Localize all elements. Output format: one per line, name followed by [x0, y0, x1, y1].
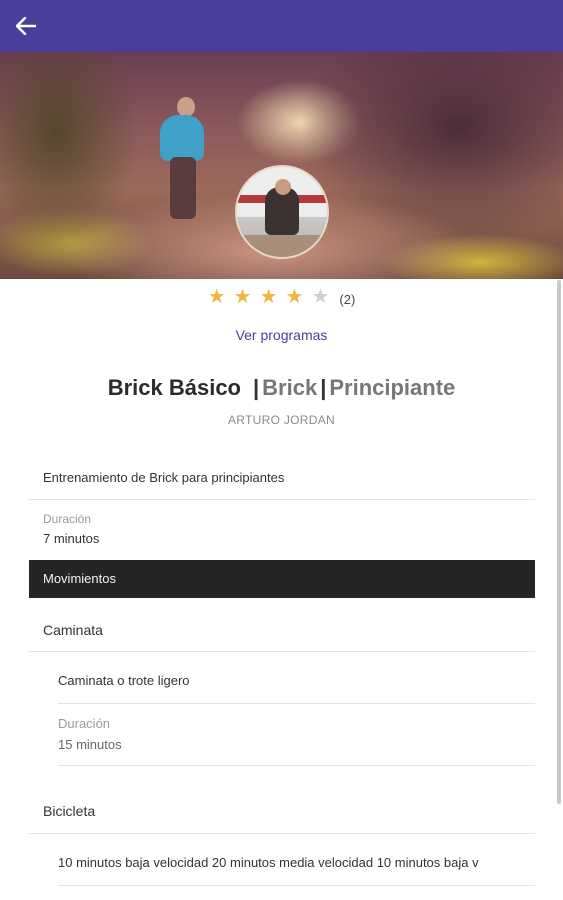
star-filled-icon: ★ — [285, 286, 304, 308]
description-text: Entrenamiento de Brick para principiante… — [43, 470, 285, 485]
app-bar — [0, 0, 563, 52]
rating-count: (2) — [339, 291, 356, 307]
movement-item[interactable]: Bicicleta — [29, 766, 535, 834]
program-title: Brick Básico | Brick | Principiante — [0, 375, 563, 401]
author-name: ARTURO JORDAN — [227, 413, 336, 427]
ver-programas-link[interactable]: Ver programas — [0, 327, 563, 343]
movement-description: 10 minutos baja velocidad 20 minutos med… — [58, 855, 479, 870]
movement-duration-label: Duración — [58, 716, 111, 731]
runner-figure — [177, 97, 195, 117]
star-filled-icon: ★ — [259, 286, 278, 308]
movement-item[interactable]: Caminata — [29, 598, 535, 652]
back-button[interactable] — [12, 13, 40, 39]
rating: ★ ★ ★ ★ ★ (2) — [0, 285, 563, 309]
duration-row: Duración 7 minutos — [29, 500, 535, 552]
movements-header: Movimientos — [29, 560, 535, 598]
movement-duration-row: Duración 15 minutos — [58, 704, 535, 766]
star-rating: ★ ★ ★ ★ ★ — [208, 285, 330, 309]
movement-detail-row: 10 minutos baja velocidad 20 minutos med… — [58, 834, 535, 886]
movement-description: Caminata o trote ligero — [58, 673, 190, 688]
program-name: Brick Básico — [107, 375, 241, 400]
star-filled-icon: ★ — [207, 286, 226, 308]
arrow-left-icon — [16, 17, 36, 35]
title-separator: | — [320, 375, 327, 400]
duration-label: Duración — [43, 512, 92, 526]
coach-avatar — [235, 165, 329, 259]
program-level: Principiante — [329, 375, 456, 400]
star-empty-icon: ★ — [311, 286, 330, 308]
description-row: Entrenamiento de Brick para principiante… — [29, 458, 535, 500]
duration-value: 7 minutos — [43, 531, 100, 546]
scrollbar[interactable] — [557, 280, 561, 804]
movement-detail-row: Caminata o trote ligero — [58, 652, 535, 704]
title-separator: | — [253, 375, 260, 400]
movement-duration-value: 15 minutos — [58, 737, 122, 752]
star-filled-icon: ★ — [233, 286, 252, 308]
movement-name: Bicicleta — [43, 803, 96, 819]
movement-name: Caminata — [43, 622, 103, 638]
program-category: Brick — [262, 375, 318, 400]
